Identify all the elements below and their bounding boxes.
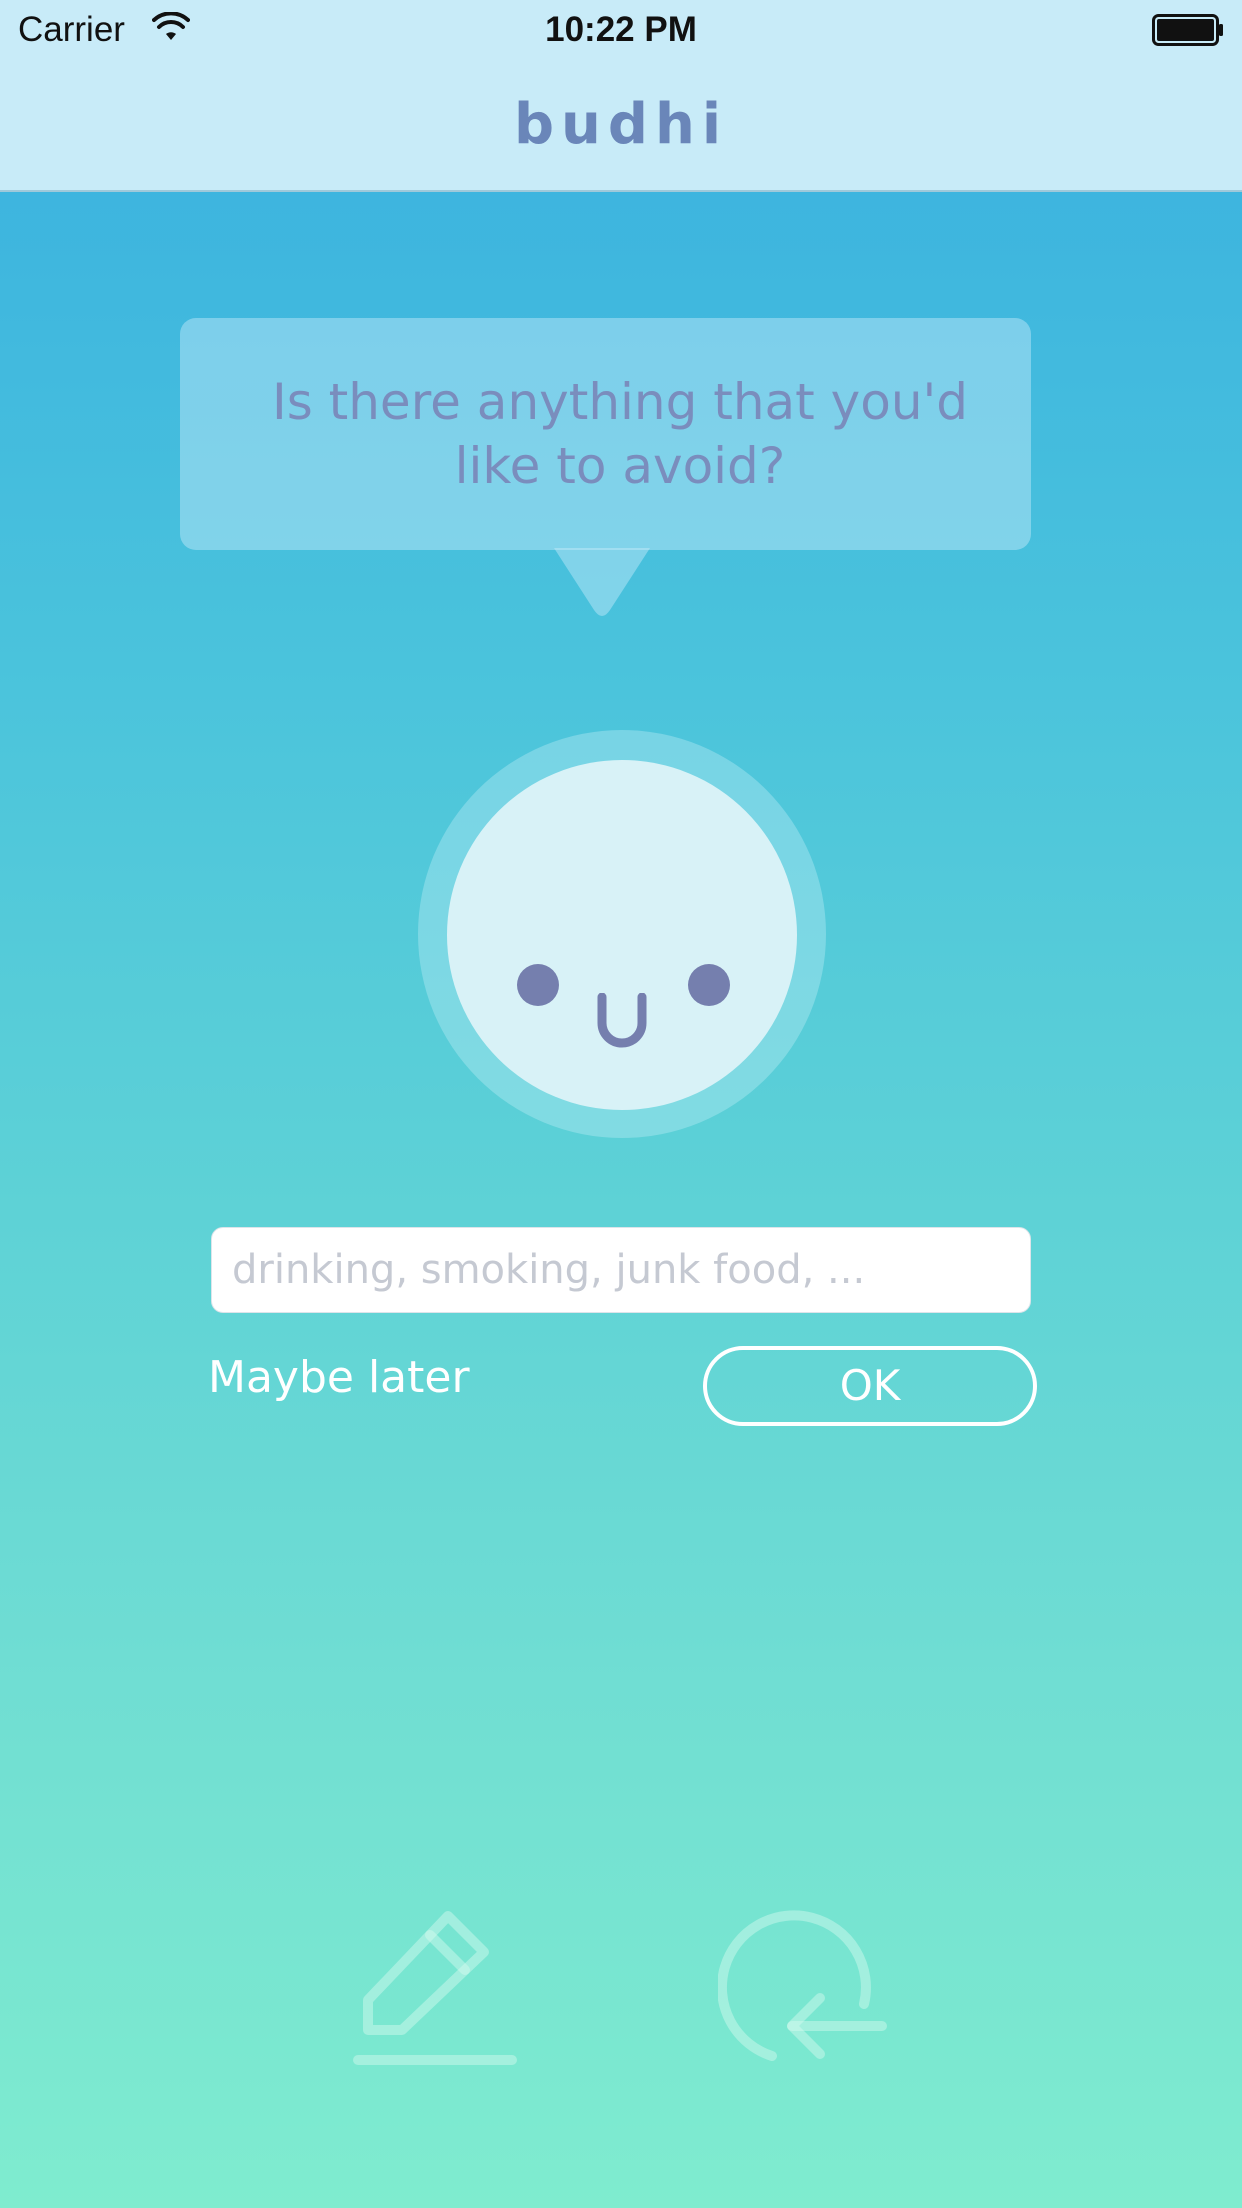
- prompt-question: Is there anything that you'd like to avo…: [271, 373, 969, 495]
- avatar: [447, 760, 797, 1110]
- smile-mouth-icon: [597, 993, 647, 1048]
- status-time: 10:22 PM: [545, 10, 697, 49]
- speech-bubble-tail: [554, 548, 650, 616]
- avoid-habits-input[interactable]: [211, 1227, 1031, 1313]
- ok-button[interactable]: OK: [703, 1346, 1037, 1426]
- battery-icon: [1152, 14, 1223, 46]
- right-eye: [688, 964, 730, 1006]
- status-bar: Carrier 10:22 PM: [0, 0, 1242, 60]
- maybe-later-link[interactable]: Maybe later: [208, 1352, 470, 1403]
- left-eye: [517, 964, 559, 1006]
- edit-icon[interactable]: [350, 1900, 520, 2070]
- app-title: budhi: [513, 92, 729, 157]
- return-icon[interactable]: [718, 1908, 894, 2068]
- app-screen: budhi Carrier 10:22 PM Is there anything…: [0, 0, 1242, 2208]
